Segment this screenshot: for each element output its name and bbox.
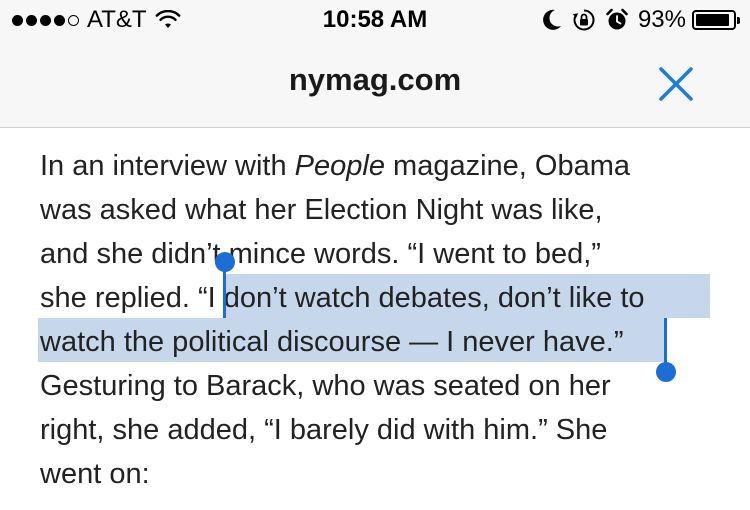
article-line[interactable]: went on: xyxy=(40,452,150,496)
article-line[interactable]: Gesturing to Barack, who was seated on h… xyxy=(40,364,611,408)
page-domain-title: nymag.com xyxy=(288,62,462,97)
article-line[interactable]: she replied. “I don’t watch debates, don… xyxy=(40,276,645,320)
status-right: 93% xyxy=(542,6,740,34)
selected-text: watch the political discourse — I never … xyxy=(40,326,606,358)
article-line[interactable]: and she didn’t mince words. “I went to b… xyxy=(40,232,601,276)
article-line[interactable]: In an interview with People magazine, Ob… xyxy=(40,144,630,188)
article-line[interactable]: watch the political discourse — I never … xyxy=(40,320,624,364)
battery-fill xyxy=(696,14,729,26)
article-line[interactable]: was asked what her Election Night was li… xyxy=(40,188,603,232)
text-run: magazine, Obama xyxy=(384,150,630,182)
moon-icon xyxy=(543,9,561,30)
selection-start-stem xyxy=(223,264,226,318)
close-icon xyxy=(659,67,693,101)
nav-bar: nymag.com xyxy=(0,40,750,128)
article-line[interactable]: right, she added, “I barely did with him… xyxy=(40,408,607,452)
status-bar: AT&T 10:58 AM 93% xyxy=(0,0,750,40)
battery-nub xyxy=(737,17,740,24)
text-run: she replied. “ xyxy=(40,282,208,314)
text-run: In an interview with xyxy=(40,150,295,182)
alarm-icon xyxy=(606,8,628,30)
battery-percent: 93% xyxy=(637,6,686,33)
battery-icon xyxy=(692,10,740,30)
selection-end-handle[interactable] xyxy=(656,362,676,382)
article-body: In an interview with People magazine, Ob… xyxy=(0,128,750,510)
phone-screen: AT&T 10:58 AM 93% nymag.com In an interv… xyxy=(0,0,750,510)
text-run: .” xyxy=(605,326,624,358)
close-button[interactable] xyxy=(658,66,694,102)
selected-text: I don’t watch debates, don’t like to xyxy=(207,282,645,314)
magazine-name: People xyxy=(294,150,385,182)
rotation-lock-icon xyxy=(572,9,595,31)
